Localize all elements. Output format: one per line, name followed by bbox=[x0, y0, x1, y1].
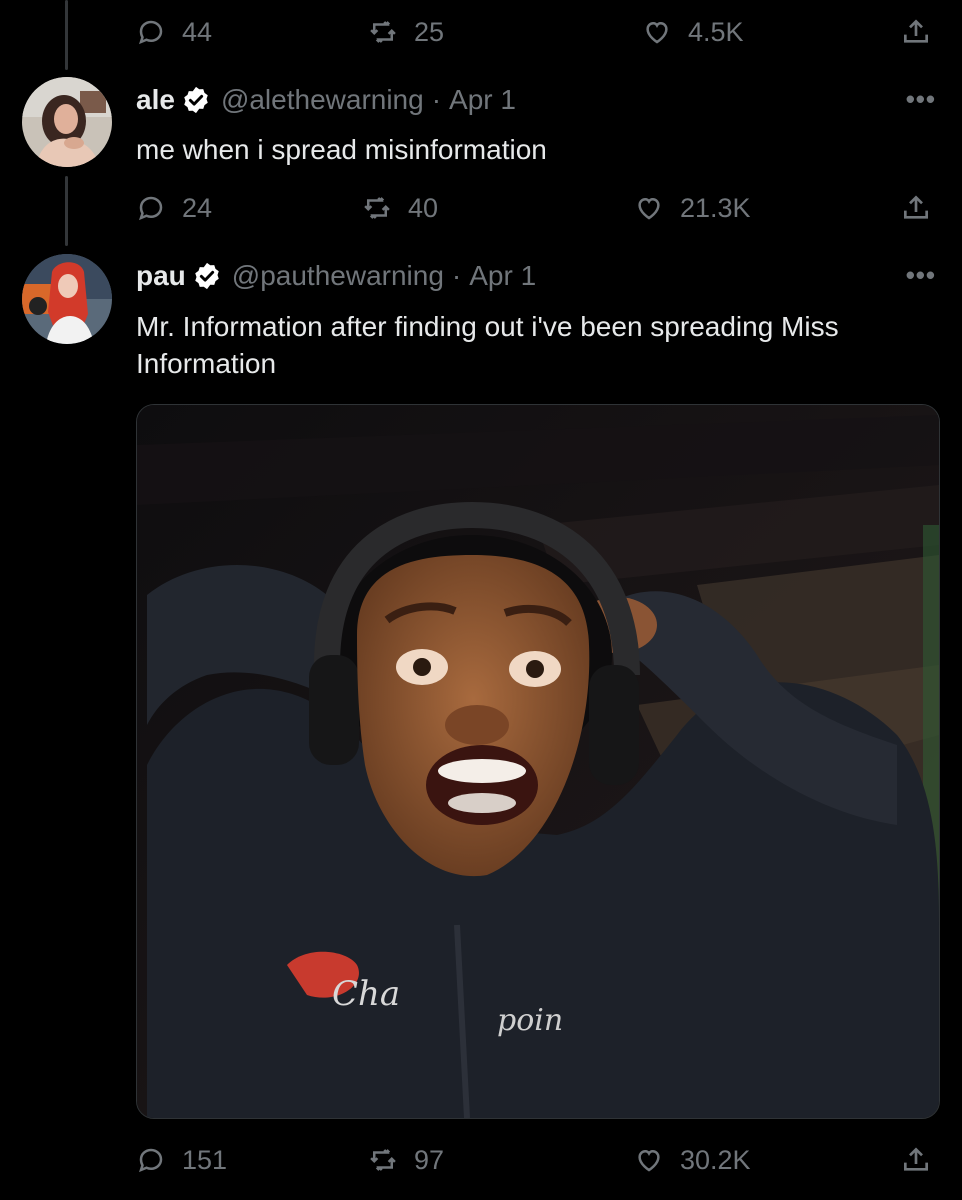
thread-line-top bbox=[65, 0, 68, 70]
like-button[interactable]: 4.5K bbox=[642, 12, 744, 52]
display-name[interactable]: ale bbox=[136, 84, 175, 116]
action-bar: 151 97 30.2K bbox=[136, 1140, 936, 1180]
reply-button[interactable]: 151 bbox=[136, 1140, 227, 1180]
tweet-date[interactable]: Apr 1 bbox=[469, 260, 536, 292]
like-count: 4.5K bbox=[688, 16, 744, 47]
retweet-icon bbox=[370, 1149, 396, 1171]
share-button[interactable] bbox=[900, 1144, 932, 1181]
reply-count: 151 bbox=[182, 1144, 228, 1175]
user-handle[interactable]: @pauthewarning bbox=[232, 260, 444, 292]
retweet-button[interactable]: 40 bbox=[362, 188, 438, 228]
action-bar: 24 40 21.3K bbox=[136, 188, 936, 228]
separator-dot: · bbox=[431, 84, 442, 115]
reply-button[interactable]: 44 bbox=[136, 12, 212, 52]
retweet-count: 25 bbox=[414, 16, 445, 47]
retweet-button[interactable]: 25 bbox=[368, 12, 444, 52]
svg-text:Cha: Cha bbox=[332, 974, 400, 1014]
reply-icon bbox=[139, 1148, 163, 1173]
more-icon[interactable]: ••• bbox=[906, 84, 936, 115]
tweet-media-image[interactable]: Cha poin bbox=[136, 404, 940, 1119]
retweet-count: 40 bbox=[408, 192, 439, 223]
reply-count: 44 bbox=[182, 16, 213, 47]
tweet-date[interactable]: Apr 1 bbox=[449, 84, 516, 116]
avatar-ale[interactable] bbox=[22, 77, 112, 167]
retweet-icon bbox=[370, 21, 396, 43]
avatar-image-ale bbox=[22, 77, 112, 167]
reply-count: 24 bbox=[182, 192, 213, 223]
tweet-header: pau @pauthewarning · Apr 1 bbox=[136, 258, 536, 294]
like-count: 21.3K bbox=[680, 192, 751, 223]
like-icon bbox=[638, 1149, 660, 1172]
verified-badge-icon bbox=[195, 262, 219, 290]
like-button[interactable]: 30.2K bbox=[634, 1140, 751, 1180]
avatar-image-pau bbox=[22, 254, 112, 344]
like-icon bbox=[646, 21, 668, 44]
thread-line-middle bbox=[65, 176, 68, 246]
reply-icon bbox=[139, 20, 163, 45]
display-name[interactable]: pau bbox=[136, 260, 186, 292]
share-icon bbox=[904, 195, 928, 219]
separator-dot: · bbox=[451, 260, 462, 291]
verified-badge-icon bbox=[184, 86, 208, 114]
user-handle[interactable]: @alethewarning bbox=[221, 84, 424, 116]
reply-button[interactable]: 24 bbox=[136, 188, 212, 228]
like-icon bbox=[638, 197, 660, 220]
retweet-button[interactable]: 97 bbox=[368, 1140, 444, 1180]
tweet-text: Mr. Information after finding out i've b… bbox=[136, 311, 839, 379]
share-button[interactable] bbox=[900, 192, 932, 229]
share-icon bbox=[904, 1147, 928, 1171]
svg-text:poin: poin bbox=[497, 1003, 563, 1038]
tweet-text: me when i spread misinformation bbox=[136, 134, 547, 165]
share-button[interactable] bbox=[900, 16, 932, 53]
avatar-pau[interactable] bbox=[22, 254, 112, 344]
like-button[interactable]: 21.3K bbox=[634, 188, 751, 228]
retweet-count: 97 bbox=[414, 1144, 445, 1175]
share-icon bbox=[904, 19, 928, 43]
tweet-header: ale @alethewarning · Apr 1 bbox=[136, 82, 516, 118]
more-icon[interactable]: ••• bbox=[906, 260, 936, 291]
reply-icon bbox=[139, 196, 163, 221]
like-count: 30.2K bbox=[680, 1144, 751, 1175]
action-bar-top: 44 25 4.5K bbox=[136, 12, 936, 52]
retweet-icon bbox=[364, 197, 390, 219]
reaction-photo: Cha poin bbox=[137, 405, 939, 1118]
